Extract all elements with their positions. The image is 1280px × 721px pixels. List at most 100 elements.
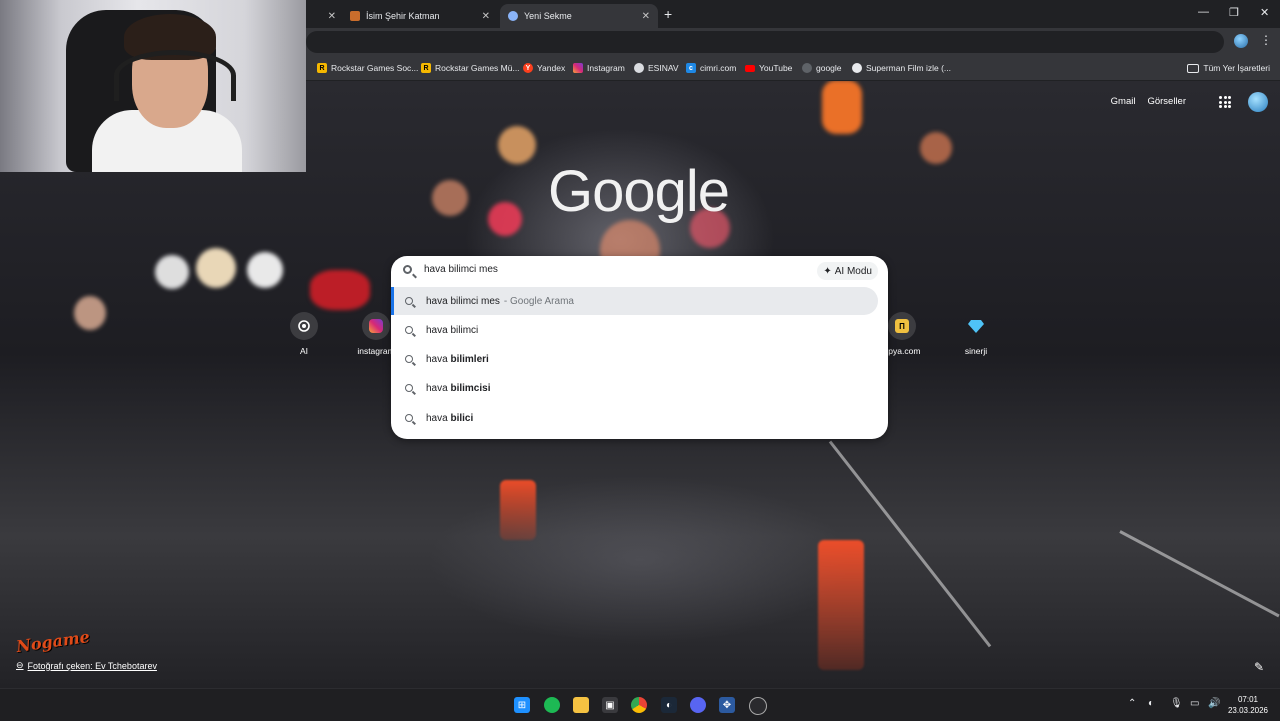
search-icon (403, 265, 412, 274)
shortcut-ai[interactable]: AI (274, 312, 334, 356)
bookmark-rockstar-social[interactable]: R Rockstar Games Soc... (317, 61, 418, 75)
all-bookmarks-folder[interactable]: Tüm Yer İşaretleri (1187, 61, 1270, 75)
bookmark-label: google (816, 63, 842, 73)
bookmark-label: Rockstar Games Mü... (435, 63, 520, 73)
bookmark-yandex[interactable]: Y Yandex (523, 61, 565, 75)
file-explorer-icon[interactable] (573, 697, 589, 713)
google-header-links: Gmail Görseller (1111, 96, 1186, 107)
suggestion-prefix: hava (426, 382, 451, 394)
suggestion-item[interactable]: hava bilimcisi (391, 374, 888, 402)
tab-partial[interactable]: ✕ (306, 4, 340, 28)
chrome-taskbar-icon[interactable] (631, 697, 647, 713)
shortcut-label: AI (299, 346, 309, 356)
customize-pencil-icon[interactable]: ✎ (1254, 660, 1264, 674)
suggestion-subtext: - Google Arama (503, 295, 574, 307)
profile-icon[interactable] (1234, 34, 1248, 48)
search-box: ✦ AI Modu hava bilimci mes- Google Arama… (391, 256, 888, 439)
sparkle-search-icon: ✦ (823, 265, 832, 277)
rockstar-icon: R (421, 63, 431, 73)
bokeh-light (498, 126, 536, 164)
tab-isim-sehir[interactable]: İsim Şehir Katman ✕ (342, 4, 498, 28)
shortcut-label: sinerji (964, 346, 988, 356)
tab-close-icon[interactable]: ✕ (328, 11, 336, 22)
new-tab-icon[interactable]: + (664, 6, 672, 22)
network-icon[interactable]: ▭ (1190, 698, 1199, 709)
steam-tray-icon[interactable]: ◐ (1148, 698, 1154, 709)
microphone-icon[interactable]: 🎙 (1170, 698, 1183, 709)
steam-icon[interactable]: ◐ (661, 697, 677, 713)
bookmark-esinav[interactable]: ESINAV (634, 61, 679, 75)
light-reflection (818, 540, 864, 670)
bookmark-label: Tüm Yer İşaretleri (1203, 63, 1270, 73)
bookmark-label: Yandex (537, 63, 566, 73)
site-favicon-icon (350, 11, 360, 21)
account-avatar[interactable] (1248, 92, 1268, 112)
suggestion-item[interactable]: hava bilimci (391, 316, 888, 344)
gmail-link[interactable]: Gmail (1111, 96, 1136, 107)
network-app-icon[interactable]: ✥ (719, 697, 735, 713)
webcam-overlay (0, 0, 306, 172)
tab-label: İsim Şehir Katman (366, 11, 440, 21)
superman-icon (852, 63, 862, 73)
close-window-icon[interactable]: ✕ (1260, 6, 1269, 19)
bokeh-light (247, 252, 283, 288)
globe-icon (634, 63, 644, 73)
suggestion-completion: bilimcisi (450, 382, 491, 394)
google-apps-icon[interactable] (1219, 96, 1231, 108)
bokeh-light (155, 255, 189, 289)
bookmark-label: cimri.com (700, 63, 737, 73)
bookmark-rockstar-music[interactable]: R Rockstar Games Mü... (421, 61, 520, 75)
yandex-icon: Y (523, 63, 533, 73)
tray-overflow-icon[interactable]: ⌃ (1128, 698, 1136, 709)
volume-icon[interactable]: 🔊 (1208, 698, 1220, 709)
instagram-icon (573, 63, 583, 73)
bookmark-superman[interactable]: Superman Film izle (... (852, 61, 951, 75)
clock-time: 07:01 (1237, 695, 1258, 704)
address-bar[interactable] (306, 31, 1224, 53)
bookmark-cimri[interactable]: c cimri.com (686, 61, 736, 75)
store-icon[interactable]: ▣ (602, 697, 618, 713)
bookmark-youtube[interactable]: YouTube (745, 61, 792, 75)
shortcut-sinerji[interactable]: sinerji (946, 312, 1006, 356)
search-icon (405, 384, 413, 392)
menu-kebab-icon[interactable]: ⋮ (1260, 33, 1272, 47)
bokeh-light (432, 180, 468, 216)
suggestion-item[interactable]: hava bilimleri (391, 345, 888, 373)
bokeh-light (488, 202, 522, 236)
rockstar-launcher-icon[interactable] (749, 697, 767, 715)
images-link[interactable]: Görseller (1147, 96, 1186, 107)
tab-close-icon[interactable]: ✕ (482, 11, 490, 22)
light-reflection (500, 480, 536, 540)
rockstar-icon: R (317, 63, 327, 73)
search-input[interactable] (424, 264, 784, 275)
photo-credit-text: Fotoğrafı çeken: Ev Tchebotarev (27, 660, 157, 671)
ai-mode-label: AI Modu (834, 265, 872, 277)
tab-yeni-sekme[interactable]: Yeni Sekme ✕ (500, 4, 658, 28)
clock-date: 23.03.2026 (1227, 706, 1268, 715)
suggestion-item[interactable]: hava bilici (391, 404, 888, 432)
suggestion-completion: bilici (450, 412, 474, 424)
bookmark-instagram[interactable]: Instagram (573, 61, 625, 75)
tab-label: Yeni Sekme (524, 11, 572, 21)
tab-close-icon[interactable]: ✕ (642, 11, 650, 22)
headset-icon (114, 50, 236, 101)
openai-icon (290, 312, 318, 340)
suggestion-prefix: hava (426, 412, 451, 424)
spotify-icon[interactable] (544, 697, 560, 713)
suggestion-item[interactable]: hava bilimci mes - Google Arama (391, 287, 878, 315)
suggestion-text: hava bilimcisi (426, 383, 490, 394)
system-clock[interactable]: 07:01 23.03.2026 (1228, 694, 1268, 716)
discord-icon[interactable] (690, 697, 706, 713)
ai-mode-button[interactable]: ✦ AI Modu (817, 262, 878, 280)
restore-icon[interactable]: ❐ (1229, 6, 1239, 19)
bokeh-light (310, 270, 370, 310)
chrome-icon (508, 11, 518, 21)
bookmark-label: Superman Film izle (... (866, 63, 952, 73)
search-icon (405, 297, 413, 305)
windows-start-icon[interactable]: ⊞ (514, 697, 530, 713)
photo-credit-link[interactable]: ⊖ Fotoğrafı çeken: Ev Tchebotarev (16, 660, 157, 671)
bookmark-google[interactable]: google (802, 61, 842, 75)
minimize-icon[interactable]: — (1198, 6, 1209, 18)
instagram-icon (362, 312, 390, 340)
bokeh-light (74, 296, 106, 330)
